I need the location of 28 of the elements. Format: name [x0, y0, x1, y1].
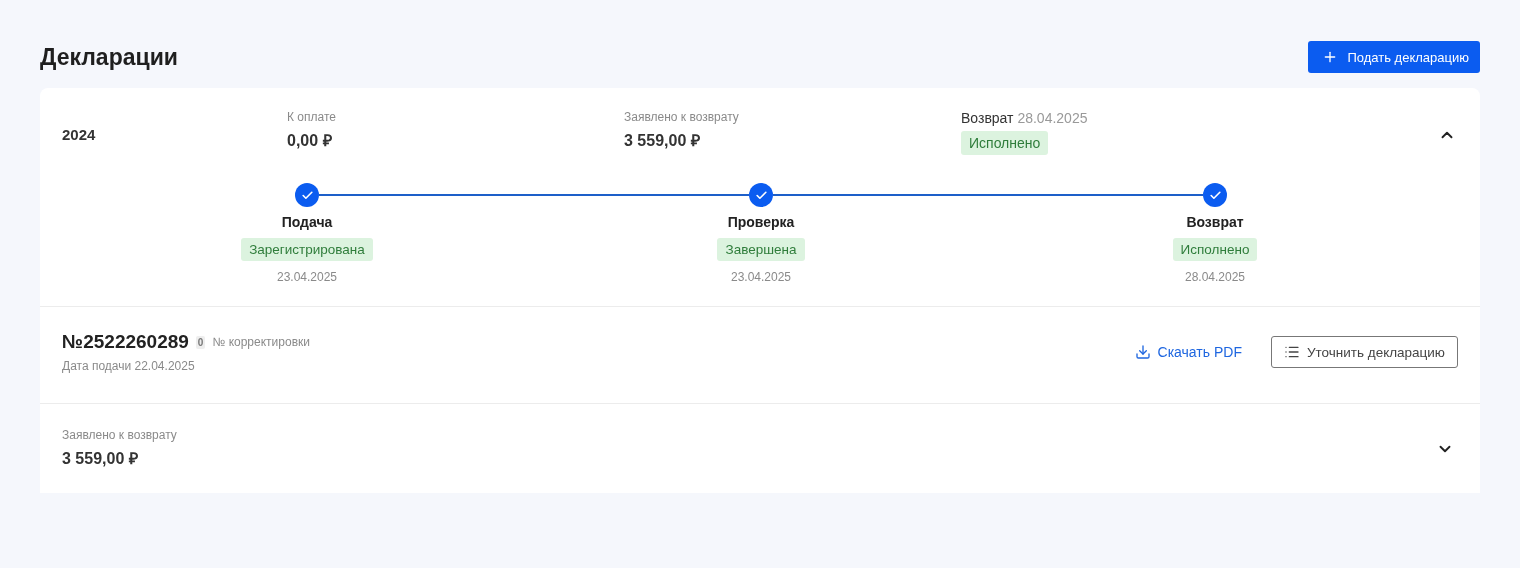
add-declaration-button[interactable]: Подать декларацию [1308, 41, 1480, 73]
step-title: Проверка [727, 214, 795, 230]
status-badge: Исполнено [961, 131, 1049, 155]
page-title: Декларации [40, 43, 178, 71]
to-pay-label: К оплате [287, 110, 337, 124]
year: 2024 [62, 126, 97, 143]
step-date: 23.04.2025 [276, 270, 338, 284]
list-icon [1283, 344, 1300, 360]
claimed-amount: 3 559,00 ₽ [62, 449, 139, 469]
correction-count: 0 [195, 335, 206, 349]
download-pdf-link[interactable]: Скачать PDF [1134, 344, 1242, 360]
download-icon [1134, 344, 1151, 360]
claimed-label: Заявлено к возврату [62, 428, 177, 442]
to-pay-amount: 0,00 ₽ [287, 131, 333, 151]
claimed-amount: 3 559,00 ₽ [624, 131, 701, 151]
status-badge: Зарегистрирована [241, 238, 373, 261]
status-badge: Завершена [717, 238, 805, 261]
status-badge: Исполнено [1172, 238, 1258, 261]
step-title: Возврат [1186, 214, 1244, 230]
claimed-label: Заявлено к возврату [624, 110, 740, 124]
refund-label: Возврат 28.04.2025 [961, 110, 1089, 126]
correction-label: № корректировки [212, 335, 310, 349]
declaration-number: №2522260289 [62, 331, 189, 353]
clarify-button[interactable]: Уточнить декларацию [1270, 336, 1458, 368]
step-title: Подача [281, 214, 333, 230]
step-date: 28.04.2025 [1184, 270, 1246, 284]
filed-date: Дата подачи 22.04.2025 [62, 359, 196, 373]
step-date: 23.04.2025 [730, 270, 792, 284]
